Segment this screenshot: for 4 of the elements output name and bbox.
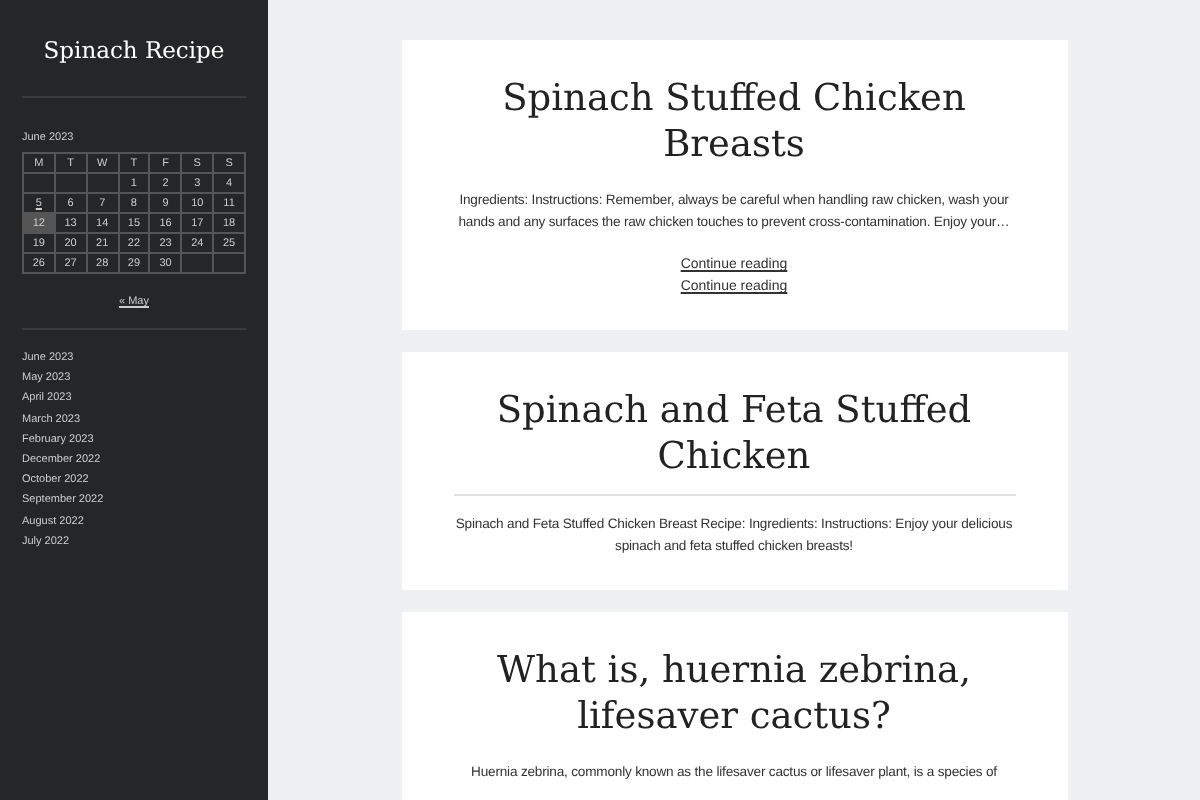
site-title[interactable]: Spinach Recipe [22, 36, 246, 64]
post-title[interactable]: What is, huernia zebrina, lifesaver cactus? [453, 648, 1015, 740]
post-title[interactable]: Spinach Stuffed Chicken Breasts [453, 76, 1015, 168]
post-title[interactable]: Spinach and Feta Stuffed Chicken [453, 388, 1015, 480]
